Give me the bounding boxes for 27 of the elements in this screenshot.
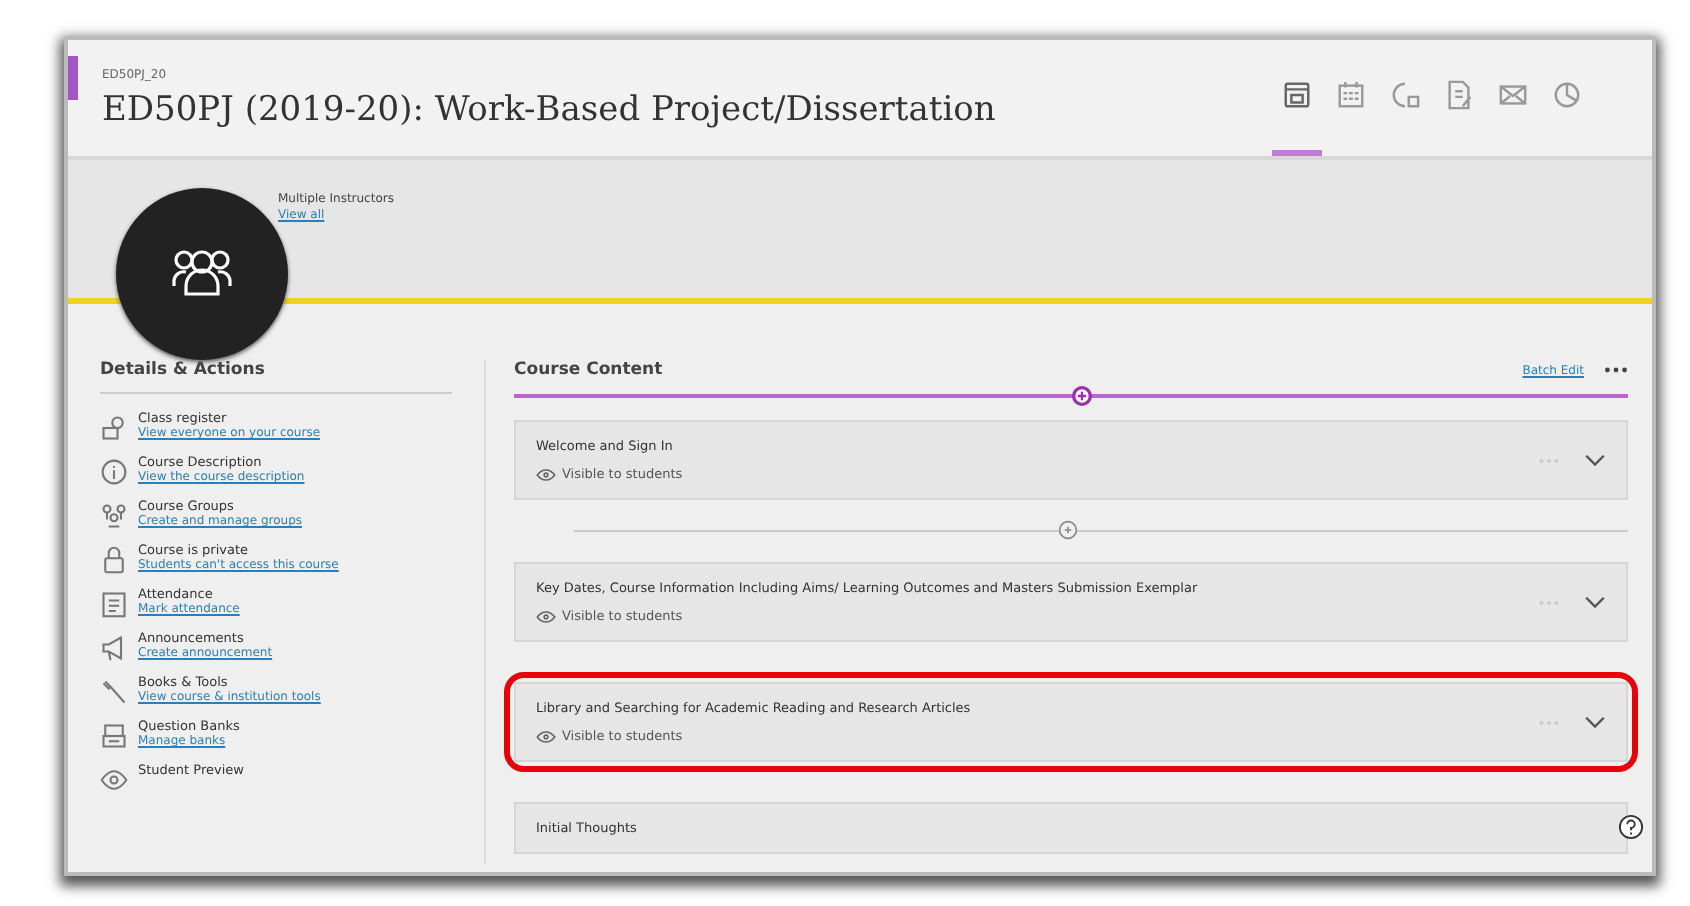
- printer-icon: [100, 722, 128, 750]
- envelope-icon: [1498, 80, 1528, 110]
- chevron-down-icon[interactable]: [1584, 453, 1606, 467]
- chevron-down-icon[interactable]: [1584, 595, 1606, 609]
- eye-icon: [536, 467, 556, 481]
- clipboard-icon: [100, 590, 128, 618]
- accent-bar: [68, 56, 78, 100]
- page-icon: [1282, 80, 1312, 110]
- content-heading: Course Content: [514, 360, 663, 380]
- add-content-icon[interactable]: [1071, 386, 1091, 406]
- calendar-icon: [1336, 80, 1366, 110]
- document-icon: [1444, 80, 1474, 110]
- lock-icon: [100, 546, 128, 574]
- megaphone-icon: [100, 634, 128, 662]
- people-icon: [100, 414, 128, 442]
- info-icon: [100, 458, 128, 486]
- eye-icon: [536, 729, 556, 743]
- pie-chart-icon: [1552, 80, 1582, 110]
- more-icon[interactable]: [1604, 366, 1628, 374]
- add-item-icon[interactable]: [1058, 520, 1079, 540]
- eye-icon: [536, 609, 556, 623]
- chevron-down-icon[interactable]: [1584, 715, 1606, 729]
- details-heading: Details & Actions: [100, 360, 452, 394]
- course-title: ED50PJ (2019-20): Work-Based Project/Dissertation: [102, 89, 998, 129]
- eye-icon: [100, 766, 128, 794]
- help-icon[interactable]: [1618, 814, 1644, 840]
- groups-icon: [100, 502, 128, 530]
